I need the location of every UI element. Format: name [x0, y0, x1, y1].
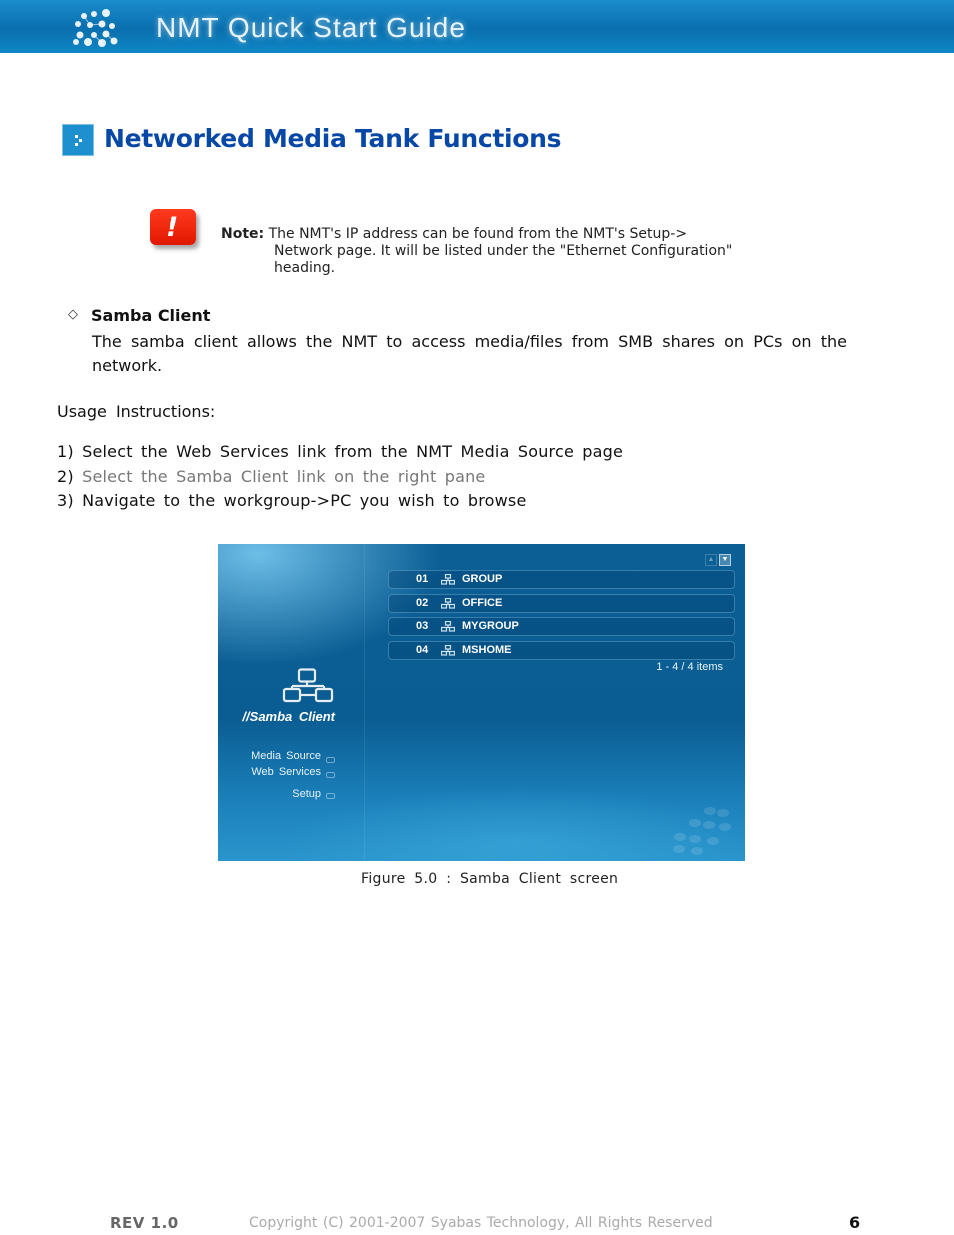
usage-step: 3) Navigate to the workgroup->PC you wis…	[57, 489, 623, 514]
section-bullet-icon	[62, 124, 94, 156]
copyright-text: Copyright (C) 2001-2007 Syabas Technolog…	[249, 1215, 713, 1231]
samba-client-heading: Samba Client	[91, 306, 211, 325]
warning-exclamation-icon: !	[150, 209, 196, 245]
pane-divider	[364, 544, 365, 861]
menu-bullet-icon	[326, 772, 335, 778]
step-text: Select the Samba Client link on the righ…	[82, 466, 486, 486]
menu-item-web-services[interactable]: Web Services	[251, 766, 321, 778]
document-title: NMT Quick Start Guide	[156, 12, 466, 43]
note-line: Network page. It will be listed under th…	[274, 243, 733, 259]
step-number: 1)	[57, 442, 74, 461]
menu-bullet-icon	[326, 757, 335, 763]
page-number: 6	[849, 1213, 861, 1232]
row-name: GROUP	[462, 573, 503, 585]
workgroup-row[interactable]: 02 OFFICE	[388, 594, 735, 613]
menu-item-setup[interactable]: Setup	[292, 788, 321, 800]
row-number: 04	[416, 644, 429, 656]
dots-network-icon	[73, 9, 118, 47]
row-number: 01	[416, 573, 429, 585]
workgroup-row[interactable]: 03 MYGROUP	[388, 617, 735, 636]
step-text: Select the Web Services link from the NM…	[82, 442, 624, 461]
step-text: Navigate to the workgroup->PC you wish t…	[82, 491, 527, 510]
section-title: Networked Media Tank Functions	[104, 124, 562, 153]
row-number: 03	[416, 620, 429, 632]
step-number: 2)	[57, 466, 74, 486]
diamond-bullet-icon: ◇	[68, 307, 78, 322]
workgroup-row[interactable]: 01 GROUP	[388, 570, 735, 589]
note-block: Note: The NMT's IP address can be found …	[221, 226, 801, 277]
revision-label: REV 1.0	[110, 1214, 179, 1232]
figure-caption: Figure 5.0 : Samba Client screen	[361, 871, 619, 887]
menu-bullet-icon	[326, 793, 335, 799]
usage-step: 2) Select the Samba Client link on the r…	[57, 465, 623, 490]
usage-step: 1) Select the Web Services link from the…	[57, 440, 623, 465]
row-name: MSHOME	[462, 644, 512, 656]
workgroup-row[interactable]: 04 MSHOME	[388, 641, 735, 660]
scroll-down-icon[interactable]: ▼	[719, 553, 731, 566]
usage-instructions-heading: Usage Instructions:	[57, 402, 216, 421]
network-group-icon	[441, 621, 455, 632]
note-text: The NMT's IP address can be found from t…	[268, 226, 688, 242]
note-line: Note: The NMT's IP address can be found …	[221, 226, 801, 243]
items-count: 1 - 4 / 4 items	[656, 661, 723, 673]
samba-client-description: The samba client allows the NMT to acces…	[92, 332, 847, 375]
menu-item-media-source[interactable]: Media Source	[251, 750, 321, 762]
network-group-icon	[441, 645, 455, 656]
samba-client-page-label: //Samba Client	[242, 709, 335, 724]
note-line: heading.	[274, 260, 336, 276]
decorative-dots-icon	[673, 807, 731, 855]
network-group-icon	[441, 574, 455, 585]
row-name: OFFICE	[462, 597, 503, 609]
header-banner: NMT Quick Start Guide	[0, 0, 954, 53]
usage-steps-list: 1) Select the Web Services link from the…	[57, 440, 623, 514]
exclamation-glyph: !	[166, 212, 179, 243]
samba-network-icon	[282, 668, 334, 703]
scroll-up-icon[interactable]: ▲	[705, 553, 717, 566]
network-group-icon	[441, 598, 455, 609]
samba-client-screenshot: ▲ ▼ 01 GROUP 02 OFFICE 03 MYGROUP 04 MSHO…	[218, 544, 745, 861]
scroll-buttons: ▲ ▼	[705, 551, 731, 569]
row-name: MYGROUP	[462, 620, 519, 632]
row-number: 02	[416, 597, 429, 609]
step-number: 3)	[57, 491, 74, 510]
note-label: Note:	[221, 226, 265, 242]
